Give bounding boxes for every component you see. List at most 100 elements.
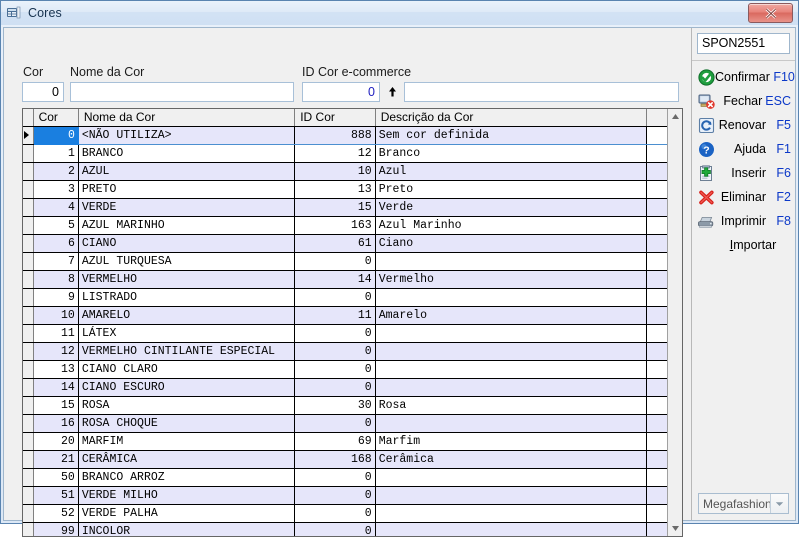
cell-nome[interactable]: LÁTEX — [78, 324, 296, 343]
cell-desc[interactable] — [375, 252, 648, 271]
cell-id[interactable]: 0 — [294, 486, 376, 505]
table-row[interactable]: 11 LÁTEX 0 — [23, 324, 667, 343]
column-header-nome[interactable]: Nome da Cor — [78, 109, 296, 127]
cell-cor[interactable]: 21 — [33, 450, 79, 469]
cell-cor[interactable]: 2 — [33, 162, 79, 181]
ajuda-button[interactable]: ? Ajuda F1 — [692, 137, 795, 161]
cell-nome[interactable]: VERDE MILHO — [78, 486, 296, 505]
cell-cor[interactable]: 4 — [33, 198, 79, 217]
cell-id[interactable]: 0 — [294, 468, 376, 487]
cell-desc[interactable]: Azul — [375, 162, 648, 181]
cell-desc[interactable] — [375, 324, 648, 343]
row-marker-cell[interactable] — [23, 234, 34, 253]
cell-cor[interactable]: 14 — [33, 378, 79, 397]
cell-nome[interactable]: VERDE PALHA — [78, 504, 296, 523]
up-arrow-icon[interactable] — [385, 84, 399, 100]
id-cor-ecommerce-input[interactable] — [302, 82, 380, 102]
table-row[interactable]: 6 CIANO 61 Ciano — [23, 234, 667, 253]
cell-nome[interactable]: AMARELO — [78, 306, 296, 325]
cor-input[interactable] — [22, 82, 64, 102]
row-marker-cell[interactable] — [23, 180, 34, 199]
eliminar-button[interactable]: Eliminar F2 — [692, 185, 795, 209]
table-row[interactable]: 52 VERDE PALHA 0 — [23, 504, 667, 523]
cell-desc[interactable] — [375, 360, 648, 379]
cell-id[interactable]: 168 — [294, 450, 376, 469]
cell-desc[interactable]: Amarelo — [375, 306, 648, 325]
row-marker-cell[interactable] — [23, 522, 34, 536]
row-marker-cell[interactable] — [23, 342, 34, 361]
cell-cor[interactable]: 10 — [33, 306, 79, 325]
cell-cor[interactable]: 12 — [33, 342, 79, 361]
row-marker-cell[interactable] — [23, 486, 34, 505]
cell-id[interactable]: 15 — [294, 198, 376, 217]
cell-cor[interactable]: 11 — [33, 324, 79, 343]
cell-id[interactable]: 0 — [294, 378, 376, 397]
cell-desc[interactable]: Azul Marinho — [375, 216, 648, 235]
column-header-id[interactable]: ID Cor — [294, 109, 376, 127]
table-row[interactable]: 15 ROSA 30 Rosa — [23, 396, 667, 415]
cell-cor[interactable]: 20 — [33, 432, 79, 451]
table-row[interactable]: 9 LISTRADO 0 — [23, 288, 667, 307]
cell-cor[interactable]: 3 — [33, 180, 79, 199]
scroll-down-arrow-icon[interactable] — [668, 521, 682, 536]
row-marker-cell[interactable] — [23, 288, 34, 307]
cell-desc[interactable]: Sem cor definida — [375, 125, 648, 145]
table-row[interactable]: 12 VERMELHO CINTILANTE ESPECIAL 0 — [23, 342, 667, 361]
cell-nome[interactable]: LISTRADO — [78, 288, 296, 307]
cell-nome[interactable]: CERÂMICA — [78, 450, 296, 469]
cell-id[interactable]: 69 — [294, 432, 376, 451]
table-row[interactable]: 99 INCOLOR 0 — [23, 522, 667, 536]
cell-nome[interactable]: VERDE — [78, 198, 296, 217]
cell-nome[interactable]: INCOLOR — [78, 522, 296, 536]
cell-id[interactable]: 0 — [294, 522, 376, 536]
cell-desc[interactable] — [375, 522, 648, 536]
cell-desc[interactable] — [375, 486, 648, 505]
row-marker-cell[interactable] — [23, 378, 34, 397]
table-row[interactable]: 2 AZUL 10 Azul — [23, 162, 667, 181]
cell-id[interactable]: 888 — [294, 125, 376, 145]
table-row[interactable]: 4 VERDE 15 Verde — [23, 198, 667, 217]
cell-id[interactable]: 163 — [294, 216, 376, 235]
row-marker-cell[interactable] — [23, 144, 34, 163]
cell-desc[interactable]: Cerâmica — [375, 450, 648, 469]
cell-cor[interactable]: 13 — [33, 360, 79, 379]
row-marker-cell[interactable] — [23, 306, 34, 325]
cell-nome[interactable]: BRANCO ARROZ — [78, 468, 296, 487]
cell-cor[interactable]: 16 — [33, 414, 79, 433]
descricao-input[interactable] — [404, 82, 679, 102]
cell-id[interactable]: 11 — [294, 306, 376, 325]
cell-cor[interactable]: 52 — [33, 504, 79, 523]
table-row[interactable]: 13 CIANO CLARO 0 — [23, 360, 667, 379]
cell-id[interactable]: 30 — [294, 396, 376, 415]
row-marker-cell[interactable] — [23, 270, 34, 289]
cell-nome[interactable]: AZUL MARINHO — [78, 216, 296, 235]
cell-cor[interactable]: 5 — [33, 216, 79, 235]
row-marker-cell[interactable] — [23, 450, 34, 469]
table-row[interactable]: 7 AZUL TURQUESA 0 — [23, 252, 667, 271]
table-row[interactable]: 16 ROSA CHOQUE 0 — [23, 414, 667, 433]
cell-desc[interactable]: Vermelho — [375, 270, 648, 289]
cell-desc[interactable]: Verde — [375, 198, 648, 217]
cell-nome[interactable]: CIANO CLARO — [78, 360, 296, 379]
cell-nome[interactable]: ROSA — [78, 396, 296, 415]
inserir-button[interactable]: Inserir F6 — [692, 161, 795, 185]
table-row[interactable]: 50 BRANCO ARROZ 0 — [23, 468, 667, 487]
table-row[interactable]: 8 VERMELHO 14 Vermelho — [23, 270, 667, 289]
table-row[interactable]: 10 AMARELO 11 Amarelo — [23, 306, 667, 325]
cell-nome[interactable]: AZUL TURQUESA — [78, 252, 296, 271]
cell-id[interactable]: 12 — [294, 144, 376, 163]
row-marker-cell[interactable] — [23, 216, 34, 235]
cell-nome[interactable]: AZUL — [78, 162, 296, 181]
cell-cor[interactable]: 8 — [33, 270, 79, 289]
cell-desc[interactable]: Rosa — [375, 396, 648, 415]
row-marker-cell[interactable] — [23, 360, 34, 379]
importar-button[interactable]: Importar — [692, 233, 795, 257]
cell-id[interactable]: 0 — [294, 252, 376, 271]
row-marker-cell[interactable] — [23, 432, 34, 451]
cell-id[interactable]: 0 — [294, 288, 376, 307]
row-marker-cell[interactable] — [23, 414, 34, 433]
cell-id[interactable]: 0 — [294, 504, 376, 523]
cell-cor[interactable]: 50 — [33, 468, 79, 487]
cell-nome[interactable]: CIANO ESCURO — [78, 378, 296, 397]
row-marker-cell[interactable] — [23, 252, 34, 271]
